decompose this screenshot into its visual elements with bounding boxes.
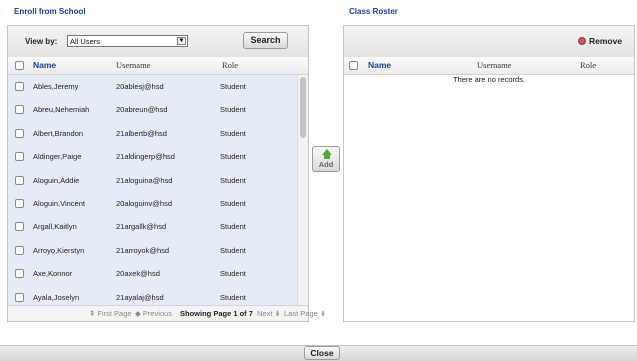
cell-name: Aloguin,Vincent	[33, 199, 85, 208]
cell-username: 21aloguina@hsd	[116, 175, 173, 185]
cell-name: Abreu,Nehemiah	[33, 105, 90, 115]
cell-username: 20abreun@hsd	[116, 105, 168, 115]
column-header-name[interactable]: Name	[33, 60, 56, 70]
cell-username: 20axek@hsd	[116, 269, 160, 279]
cell-username: 21albertb@hsd	[116, 128, 167, 138]
cell-name: Aloguin,Addie	[33, 175, 80, 185]
table-row[interactable]: Aloguin,Addie 21aloguina@hsd Student	[8, 169, 296, 192]
cell-role: Student	[220, 269, 246, 279]
first-page-link[interactable]: ⇞ First Page	[89, 309, 132, 318]
scrollbar-track[interactable]	[297, 75, 308, 307]
cell-name: Argall,Kaitlyn	[33, 222, 77, 232]
view-by-select[interactable]: All Users ▼	[67, 35, 188, 47]
table-row[interactable]: Arroyo,Kierstyn 21arroyok@hsd Student	[8, 239, 296, 262]
row-checkbox[interactable]	[15, 199, 24, 208]
cell-name: Ables,Jeremy	[33, 82, 79, 91]
empty-message: There are no records.	[452, 75, 526, 84]
roster-column-header-name[interactable]: Name	[368, 60, 391, 70]
add-button[interactable]: Add	[312, 146, 340, 172]
select-all-checkbox[interactable]	[15, 61, 24, 70]
cell-role: Student	[220, 175, 246, 185]
cell-name: Arroyo,Kierstyn	[33, 245, 85, 255]
enroll-table-header: Name Username Role	[8, 57, 308, 75]
cell-role: Student	[220, 222, 246, 232]
chevron-down-icon[interactable]: ▼	[177, 37, 186, 45]
roster-column-header-username: Username	[477, 60, 512, 70]
row-checkbox[interactable]	[15, 222, 24, 232]
table-row[interactable]: Ayala,Joselyn 21ayalaj@hsd Student	[8, 286, 296, 307]
cell-username: 20aloguinv@hsd	[116, 199, 172, 208]
remove-icon	[578, 37, 586, 45]
cell-role: Student	[220, 152, 246, 162]
roster-panel: Remove Name Username Role There are no r…	[343, 25, 635, 322]
roster-toolbar: Remove	[344, 26, 634, 58]
row-checkbox[interactable]	[15, 269, 24, 279]
cell-role: Student	[220, 105, 246, 115]
cell-role: Student	[220, 82, 246, 91]
row-checkbox[interactable]	[15, 292, 24, 302]
table-row[interactable]: Aldinger,Paige 21aldingerp@hsd Student	[8, 145, 296, 168]
enroll-list: Ables,Jeremy 20ablesj@hsd Student Abreu,Neh…	[8, 75, 308, 307]
table-row[interactable]: Axe,Konnor 20axek@hsd Student	[8, 262, 296, 285]
table-row[interactable]: Abreu,Nehemiah 20abreun@hsd Student	[8, 98, 296, 121]
table-row[interactable]: Aloguin,Vincent 20aloguinv@hsd Student	[8, 192, 296, 215]
row-checkbox[interactable]	[15, 152, 24, 162]
previous-page-link[interactable]: ◆ Previous	[135, 309, 172, 318]
column-header-role: Role	[222, 60, 239, 70]
close-button[interactable]: Close	[304, 346, 340, 360]
add-label: Add	[318, 160, 334, 169]
cell-name: Albert,Brandon	[33, 128, 84, 138]
pager: ⇞ First Page ◆ Previous Showing Page 1 o…	[8, 305, 326, 321]
cell-username: 21argallk@hsd	[116, 222, 167, 232]
cell-username: 21ayalaj@hsd	[116, 292, 164, 302]
page-status: Showing Page 1 of 7	[180, 309, 253, 318]
scrollbar-thumb[interactable]	[300, 77, 306, 138]
row-checkbox[interactable]	[15, 105, 24, 115]
row-checkbox[interactable]	[15, 128, 24, 138]
enroll-section-title: Enroll from School	[14, 7, 86, 16]
search-button[interactable]: Search	[243, 32, 288, 49]
cell-name: Ayala,Joselyn	[33, 292, 80, 302]
cell-role: Student	[220, 292, 246, 302]
remove-button[interactable]: Remove	[578, 36, 622, 46]
cell-role: Student	[220, 199, 246, 208]
roster-column-header-role: Role	[580, 60, 597, 70]
view-by-label: View by:	[25, 37, 58, 46]
cell-name: Axe,Konnor	[33, 269, 73, 279]
cell-role: Student	[220, 245, 246, 255]
next-page-link[interactable]: Next ⇟	[257, 309, 281, 318]
column-header-username: Username	[116, 60, 151, 70]
table-row[interactable]: Argall,Kaitlyn 21argallk@hsd Student	[8, 215, 296, 238]
enroll-panel: View by: All Users ▼ Search Name Usernam…	[7, 25, 326, 322]
cell-username: 21aldingerp@hsd	[116, 152, 175, 162]
roster-section-title: Class Roster	[349, 7, 398, 16]
cell-username: 21arroyok@hsd	[116, 245, 170, 255]
cell-name: Aldinger,Paige	[33, 152, 82, 162]
cell-role: Student	[220, 128, 246, 138]
enroll-toolbar: View by: All Users ▼ Search	[8, 26, 308, 58]
view-by-value: All Users	[70, 37, 101, 46]
row-checkbox[interactable]	[15, 82, 24, 91]
row-checkbox[interactable]	[15, 245, 24, 255]
roster-select-all-checkbox[interactable]	[349, 61, 358, 70]
roster-table-header: Name Username Role	[344, 57, 634, 75]
cell-username: 20ablesj@hsd	[116, 82, 164, 91]
table-row[interactable]: Albert,Brandon 21albertb@hsd Student	[8, 122, 296, 145]
row-checkbox[interactable]	[15, 175, 24, 185]
table-row[interactable]: Ables,Jeremy 20ablesj@hsd Student	[8, 75, 296, 98]
last-page-link[interactable]: Last Page ⇟	[284, 309, 326, 318]
